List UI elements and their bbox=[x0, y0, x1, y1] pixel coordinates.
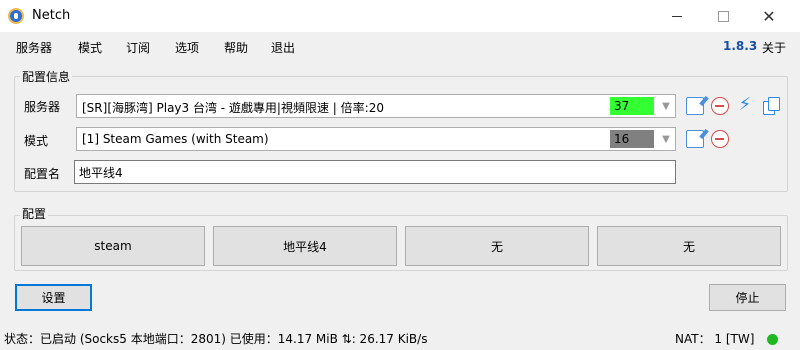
server-select[interactable]: [SR][海豚湾] Play3 台湾 - 遊戲專用|視頻限速 | 倍率:20 3… bbox=[76, 94, 676, 118]
copy-icon[interactable] bbox=[762, 97, 780, 115]
menu-mode[interactable]: 模式 bbox=[78, 39, 102, 56]
profile-name-field[interactable] bbox=[74, 160, 676, 184]
lightning-icon[interactable]: ⚡ bbox=[736, 96, 754, 114]
profile-name-input[interactable] bbox=[75, 161, 675, 183]
menu-options[interactable]: 选项 bbox=[175, 39, 199, 56]
edit-mode-icon[interactable] bbox=[686, 130, 704, 148]
config-info-title: 配置信息 bbox=[20, 68, 73, 85]
profile-name-label: 配置名 bbox=[24, 167, 61, 181]
profile-button-1[interactable]: steam bbox=[21, 226, 205, 266]
chevron-down-icon[interactable]: ▼ bbox=[657, 128, 675, 150]
settings-button[interactable]: 设置 bbox=[15, 284, 92, 311]
minimize-button[interactable] bbox=[654, 0, 700, 32]
nat-status-indicator-icon bbox=[767, 334, 778, 345]
server-value: [SR][海豚湾] Play3 台湾 - 遊戲專用|視頻限速 | 倍率:20 bbox=[82, 101, 384, 115]
mode-latency-badge: 16 bbox=[610, 130, 654, 148]
mode-value: [1] Steam Games (with Steam) bbox=[82, 132, 269, 146]
menu-server[interactable]: 服务器 bbox=[16, 39, 52, 56]
chevron-down-icon[interactable]: ▼ bbox=[657, 95, 675, 117]
profile-button-2[interactable]: 地平线4 bbox=[213, 226, 397, 266]
title-bar: Netch ✕ bbox=[0, 0, 800, 32]
nat-status: NAT： 1 [TW] bbox=[675, 332, 755, 346]
edit-server-icon[interactable] bbox=[686, 97, 704, 115]
server-latency-badge: 37 bbox=[610, 97, 654, 115]
delete-mode-icon[interactable] bbox=[711, 130, 729, 148]
stop-button[interactable]: 停止 bbox=[709, 284, 786, 311]
maximize-button[interactable] bbox=[700, 0, 746, 32]
menu-bar: 服务器 模式 订阅 选项 帮助 退出 bbox=[0, 35, 800, 57]
delete-server-icon[interactable] bbox=[711, 97, 729, 115]
menu-subscribe[interactable]: 订阅 bbox=[126, 39, 150, 56]
about-link[interactable]: 关于 bbox=[762, 39, 786, 56]
close-button[interactable]: ✕ bbox=[746, 0, 792, 32]
mode-select[interactable]: [1] Steam Games (with Steam) 16 ▼ bbox=[76, 127, 676, 151]
status-text: 状态：已启动 (Socks5 本地端口：2801) 已使用：14.17 MiB … bbox=[4, 332, 428, 346]
mode-label: 模式 bbox=[24, 134, 49, 148]
profile-button-4[interactable]: 无 bbox=[597, 226, 781, 266]
status-bar: 状态：已启动 (Socks5 本地端口：2801) 已使用：14.17 MiB … bbox=[0, 326, 800, 350]
server-label: 服务器 bbox=[24, 100, 61, 114]
window-title: Netch bbox=[32, 8, 71, 23]
app-logo-icon bbox=[8, 8, 24, 24]
profiles-title: 配置 bbox=[20, 205, 49, 222]
menu-exit[interactable]: 退出 bbox=[271, 39, 295, 56]
version-link[interactable]: 1.8.3 bbox=[723, 39, 757, 53]
menu-help[interactable]: 帮助 bbox=[224, 39, 248, 56]
profile-button-3[interactable]: 无 bbox=[405, 226, 589, 266]
